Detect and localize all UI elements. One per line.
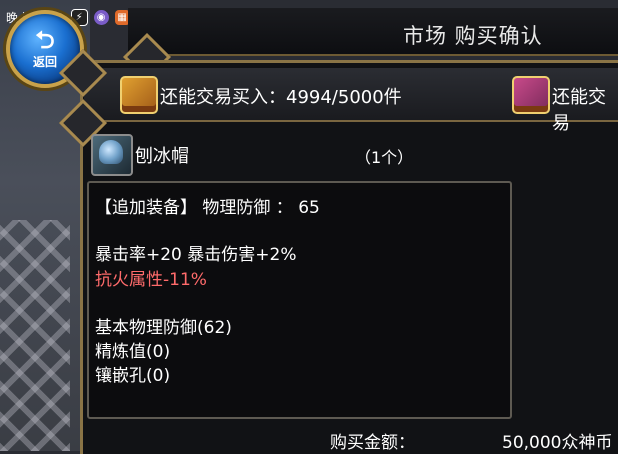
background-lattice [0, 220, 70, 451]
item-name: 刨冰帽 [135, 146, 189, 167]
purchase-amount-value: 50,000众神币 [502, 433, 613, 453]
attr-bonus-defense: 【追加装备】 物理防御 ： 65 [95, 198, 320, 218]
back-button-label: 返回 [32, 54, 57, 69]
trade-quota-text: 还能交易 [552, 87, 606, 134]
item-quantity: （1个） [355, 148, 414, 167]
item-icon[interactable] [91, 134, 133, 176]
ice-hat-icon [99, 140, 123, 164]
page-title: 市场 购买确认 [403, 24, 543, 48]
attr-refine: 精炼值(0) [95, 342, 171, 362]
attr-base-defense: 基本物理防御(62) [95, 318, 232, 338]
trade-quota-row: 还能交易买入：4994/5000件 还能交易 [84, 68, 618, 134]
purchase-amount-label: 购买金额： [330, 433, 415, 453]
title-bar [128, 8, 618, 56]
item-attributes-box: 【追加装备】 物理防御 ： 65 暴击率+20 暴击伤害+2% 抗火属性-11%… [87, 181, 512, 419]
camera-icon: ◉ [93, 9, 109, 25]
buy-quota-text: 还能交易买入：4994/5000件 [160, 87, 402, 108]
back-arrow-icon: ⮌ [35, 25, 55, 54]
attr-fire-resist: 抗火属性-11% [95, 270, 207, 290]
attr-sockets: 镶嵌孔(0) [95, 366, 171, 386]
treasure-chest-icon [120, 76, 158, 114]
trade-chest-icon [512, 76, 550, 114]
attr-crit: 暴击率+20 暴击伤害+2% [95, 245, 297, 265]
